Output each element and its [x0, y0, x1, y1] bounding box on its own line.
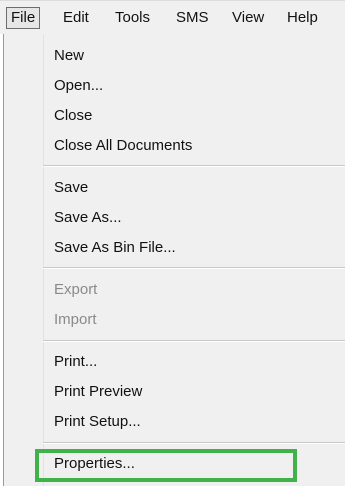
- menu-icon-gutter: [4, 34, 44, 486]
- menu-view[interactable]: View: [232, 7, 264, 29]
- menu-item-import: Import: [54, 311, 97, 328]
- menu-item-print-preview[interactable]: Print Preview: [54, 380, 142, 404]
- menu-separator: [43, 165, 345, 167]
- menu-item-new[interactable]: New: [54, 44, 84, 68]
- menu-sms[interactable]: SMS: [176, 7, 209, 29]
- menu-item-export: Export: [54, 281, 98, 298]
- menu-bar: File Edit Tools SMS View Help: [0, 0, 345, 34]
- menu-help[interactable]: Help: [287, 7, 318, 29]
- menu-separator: [43, 267, 345, 269]
- menu-separator: [43, 442, 345, 444]
- menu-item-open[interactable]: Open...: [54, 74, 103, 98]
- menu-item-save-as[interactable]: Save As...: [54, 206, 122, 230]
- menu-item-save-as-bin-file[interactable]: Save As Bin File...: [54, 236, 176, 260]
- menu-item-close[interactable]: Close: [54, 104, 92, 128]
- menu-tools[interactable]: Tools: [115, 7, 150, 29]
- menu-item-close-all-documents[interactable]: Close All Documents: [54, 134, 192, 158]
- menu-item-print[interactable]: Print...: [54, 350, 97, 374]
- menu-separator: [43, 340, 345, 342]
- menu-item-save[interactable]: Save: [54, 176, 88, 200]
- menu-file[interactable]: File: [6, 7, 41, 29]
- properties-highlight-box: [35, 449, 297, 482]
- menu-item-print-setup[interactable]: Print Setup...: [54, 410, 141, 434]
- menu-edit[interactable]: Edit: [63, 7, 89, 29]
